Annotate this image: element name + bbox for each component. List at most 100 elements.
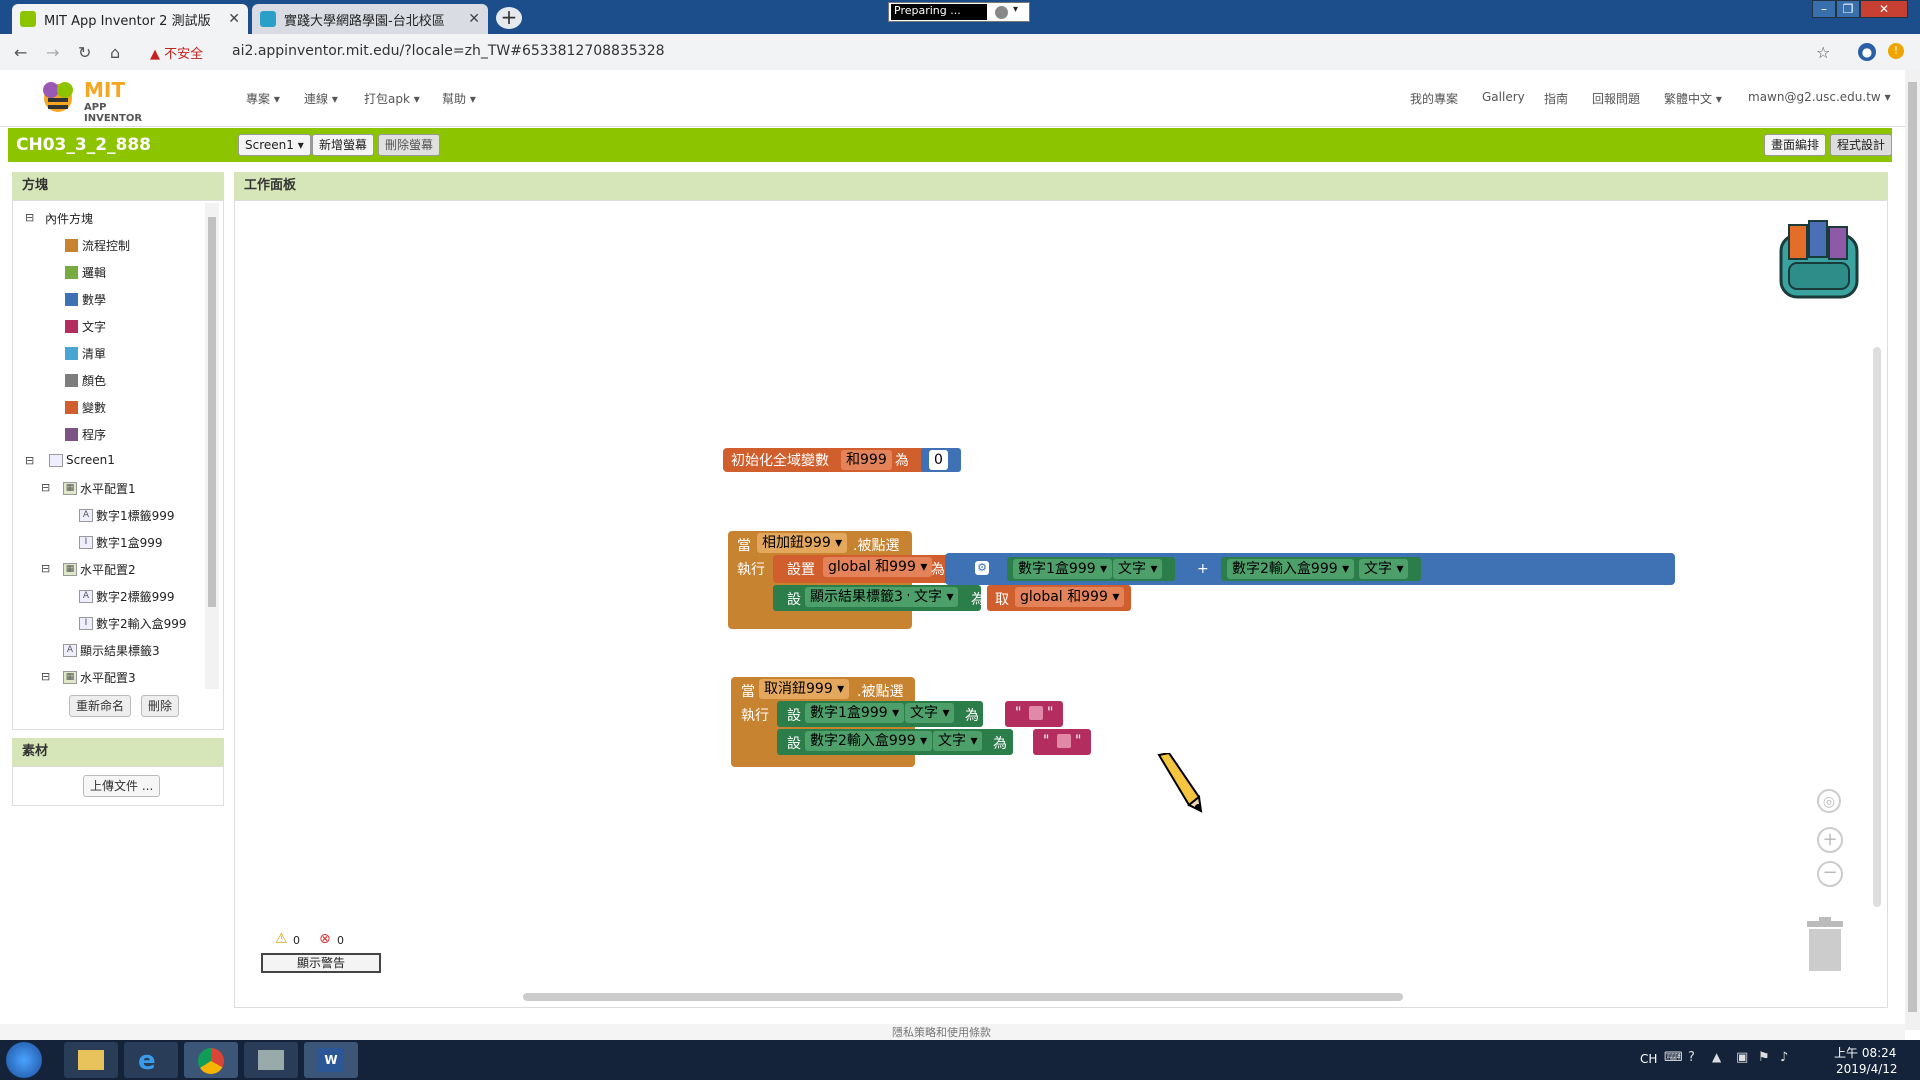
menu-project[interactable]: 專案 ▾ <box>246 90 280 107</box>
number-zero-value[interactable]: 0 <box>929 450 948 470</box>
rename-button[interactable]: 重新命名 <box>69 695 132 717</box>
setter2-component-select[interactable]: 數字2輸入盒999 ▾ <box>805 731 933 751</box>
tab-app-inventor[interactable]: MIT App Inventor 2 測試版 ✕ <box>12 4 248 34</box>
setter1-component-select[interactable]: 數字1盒999 ▾ <box>805 703 905 723</box>
collapse-screen1-icon[interactable]: ⊟ <box>25 454 34 467</box>
app-taskbar-icon[interactable] <box>244 1042 298 1078</box>
tree-hlayout2[interactable]: ▦ 水平配置2 <box>63 561 136 578</box>
tree-textbox-num1[interactable]: I 數字1盒999 <box>79 534 163 551</box>
empty-text-1-field[interactable] <box>1029 706 1043 720</box>
input-language-indicator[interactable]: CH <box>1640 1052 1657 1066</box>
menu-gallery[interactable]: Gallery <box>1482 90 1525 104</box>
tray-expand-icon[interactable]: ▲ <box>1712 1050 1721 1064</box>
menu-connect[interactable]: 連線 ▾ <box>304 90 338 107</box>
backpack-icon[interactable] <box>1775 219 1867 305</box>
setter-result-component-select[interactable]: 顯示結果標籤3 ▾ <box>805 587 920 607</box>
tree-scrollbar-thumb[interactable] <box>208 217 216 607</box>
update-alert-icon[interactable]: ! <box>1888 43 1904 59</box>
menu-build-apk[interactable]: 打包apk ▾ <box>364 90 420 107</box>
drawer-text[interactable]: 文字 <box>65 318 106 335</box>
recording-widget[interactable]: Preparing ... ▾ <box>888 2 1030 22</box>
clock-time[interactable]: 上午 08:24 <box>1834 1044 1896 1061</box>
drawer-procedures[interactable]: 程序 <box>65 426 106 443</box>
menu-guide[interactable]: 指南 <box>1544 90 1568 107</box>
recenter-icon[interactable]: ◎ <box>1817 789 1841 813</box>
designer-button[interactable]: 畫面編排 <box>1764 134 1827 156</box>
drawer-control[interactable]: 流程控制 <box>65 237 130 254</box>
set-global-var-select[interactable]: global 和999 ▾ <box>823 557 933 577</box>
screen-select[interactable]: Screen1 ▾ <box>238 134 311 156</box>
record-icon[interactable] <box>995 6 1008 19</box>
drawer-lists[interactable]: 清單 <box>65 345 106 362</box>
tree-screen1[interactable]: Screen1 <box>49 453 115 467</box>
profile-avatar-icon[interactable]: ● <box>1858 43 1876 61</box>
page-scrollbar-thumb[interactable] <box>1908 82 1917 1012</box>
collapse-hlayout3-icon[interactable]: ⊟ <box>41 670 50 683</box>
privacy-link[interactable]: 隱私策略和使用條款 <box>892 1024 991 1040</box>
zoom-in-icon[interactable]: + <box>1817 827 1843 853</box>
blocks-editor-button[interactable]: 程式設計 <box>1830 134 1892 156</box>
getter1-component-select[interactable]: 數字1盒999 ▾ <box>1013 559 1113 579</box>
page-scrollbar[interactable] <box>1905 70 1920 1030</box>
menu-account[interactable]: mawn@g2.usc.edu.tw ▾ <box>1748 90 1891 104</box>
insecure-badge[interactable]: ▲ 不安全 <box>150 43 203 62</box>
workspace-horizontal-scrollbar[interactable] <box>523 993 1403 1001</box>
tree-textbox-num2[interactable]: I 數字2輸入盒999 <box>79 615 187 632</box>
word-taskbar-icon[interactable]: W <box>304 1042 358 1078</box>
collapse-builtin-icon[interactable]: ⊟ <box>25 211 34 224</box>
keyboard-icon[interactable]: ⌨ <box>1664 1050 1683 1065</box>
menu-help[interactable]: 幫助 ▾ <box>442 90 476 107</box>
collapse-hlayout2-icon[interactable]: ⊟ <box>41 562 50 575</box>
url-field[interactable]: ▲ 不安全 ai2.appinventor.mit.edu/?locale=zh… <box>140 39 1820 65</box>
global-var-name[interactable]: 和999 <box>841 450 892 470</box>
file-explorer-taskbar-icon[interactable] <box>64 1042 118 1078</box>
delete-component-button[interactable]: 刪除 <box>141 695 180 717</box>
event2-component-select[interactable]: 取消鈕999 ▾ <box>759 679 850 699</box>
clock-date[interactable]: 2019/4/12 <box>1836 1062 1898 1076</box>
drawer-logic[interactable]: 邏輯 <box>65 264 106 281</box>
action-center-flag-icon[interactable]: ⚑ <box>1758 1050 1770 1065</box>
empty-text-2-field[interactable] <box>1057 734 1071 748</box>
menu-my-projects[interactable]: 我的專案 <box>1410 90 1458 107</box>
chevron-down-icon[interactable]: ▾ <box>1013 4 1018 15</box>
menu-report-issue[interactable]: 回報問題 <box>1592 90 1640 107</box>
event1-component-select[interactable]: 相加鈕999 ▾ <box>757 533 848 553</box>
tree-label-num2[interactable]: A 數字2標籤999 <box>79 588 175 605</box>
zoom-out-icon[interactable]: − <box>1817 861 1843 887</box>
blocks-workspace[interactable]: 初始化全域變數 和999 為 0 當 相加鈕999 ▾ .被點選 執行 設置 g… <box>234 200 1888 1008</box>
chrome-taskbar-icon[interactable] <box>184 1042 238 1078</box>
drawer-colors[interactable]: 顏色 <box>65 372 106 389</box>
tree-label-num1[interactable]: A 數字1標籤999 <box>79 507 175 524</box>
close-tab-icon[interactable]: ✕ <box>228 11 240 27</box>
close-tab-icon[interactable]: ✕ <box>468 11 480 27</box>
menu-language[interactable]: 繁體中文 ▾ <box>1664 90 1722 107</box>
workspace-vertical-scrollbar[interactable] <box>1873 347 1881 907</box>
trash-can-icon[interactable] <box>1805 917 1845 973</box>
internet-explorer-taskbar-icon[interactable]: e <box>124 1042 178 1078</box>
reload-icon[interactable]: ↻ <box>78 43 91 62</box>
home-icon[interactable]: ⌂ <box>110 43 120 62</box>
maximize-window-button[interactable]: ❐ <box>1836 0 1860 18</box>
mutator-gear-icon[interactable]: ⚙ <box>975 561 989 575</box>
tree-result-label[interactable]: A 顯示結果標籤3 <box>63 642 160 659</box>
close-window-button[interactable]: ✕ <box>1860 0 1908 18</box>
get-global-var-select[interactable]: global 和999 ▾ <box>1015 587 1125 607</box>
remove-screen-button[interactable]: 刪除螢幕 <box>378 134 441 156</box>
tree-scrollbar[interactable] <box>205 203 219 689</box>
tab-elearning[interactable]: 實踐大學網路學園-台北校區 ✕ <box>252 4 488 34</box>
bookmark-star-icon[interactable]: ☆ <box>1816 43 1830 62</box>
help-icon[interactable]: ? <box>1688 1050 1695 1065</box>
app-inventor-logo[interactable]: MIT APP INVENTOR <box>36 76 166 124</box>
setter-result-property-select[interactable]: 文字 ▾ <box>909 587 959 607</box>
collapse-hlayout1-icon[interactable]: ⊟ <box>41 481 50 494</box>
builtin-blocks-label[interactable]: 內件方塊 <box>45 210 93 227</box>
setter2-property-select[interactable]: 文字 ▾ <box>933 731 983 751</box>
drawer-variables[interactable]: 變數 <box>65 399 106 416</box>
add-screen-button[interactable]: 新增螢幕 <box>312 134 375 156</box>
tree-hlayout3[interactable]: ▦ 水平配置3 <box>63 669 136 686</box>
drawer-math[interactable]: 數學 <box>65 291 106 308</box>
tree-hlayout1[interactable]: ▦ 水平配置1 <box>63 480 136 497</box>
network-icon[interactable]: ▣ <box>1736 1050 1748 1065</box>
show-warnings-button[interactable]: 顯示警告 <box>261 953 381 973</box>
upload-file-button[interactable]: 上傳文件 ... <box>83 775 161 797</box>
